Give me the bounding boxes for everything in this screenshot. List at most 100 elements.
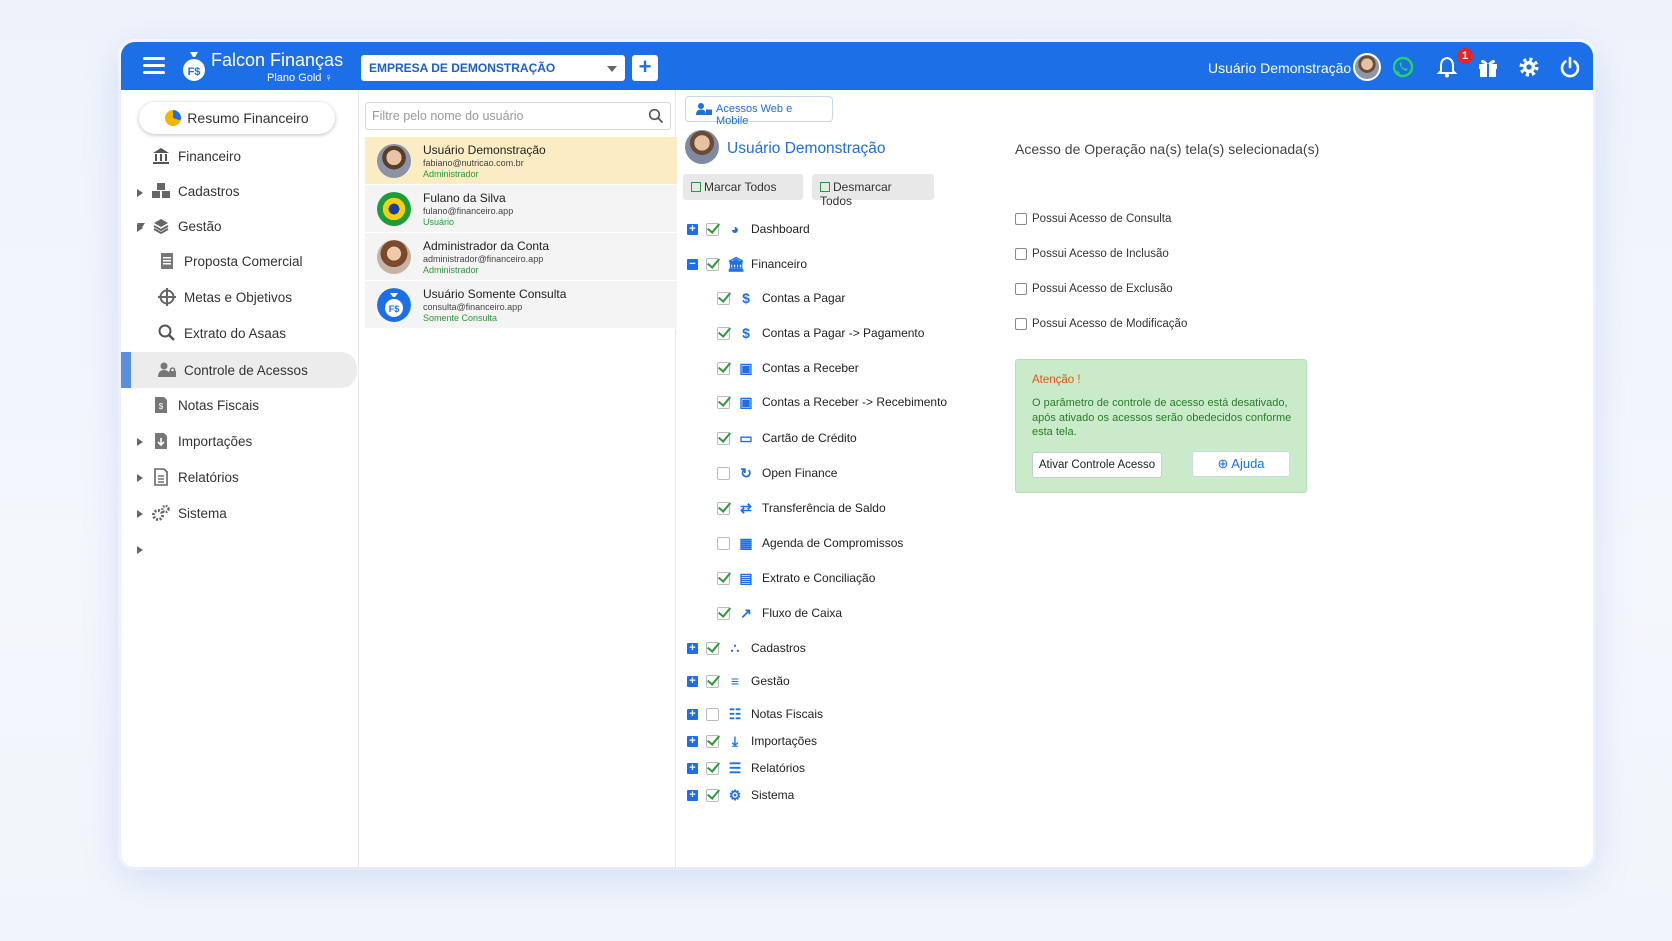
perm-modificacao-checkbox[interactable]: Possui Acesso de Modificação xyxy=(1015,318,1187,330)
perm-inclusao-checkbox[interactable]: Possui Acesso de Inclusão xyxy=(1015,248,1169,260)
chevron-right-icon xyxy=(137,546,143,554)
user-email: fulano@financeiro.app xyxy=(423,206,514,216)
tree-checkbox[interactable] xyxy=(706,674,719,688)
sidebar-item-extrato-asaas[interactable]: Extrato do Asaas xyxy=(121,318,361,348)
expand-icon[interactable]: + xyxy=(687,762,698,774)
user-row-usuario-somente-consulta[interactable]: F$ Usuário Somente Consulta consulta@fin… xyxy=(365,281,677,329)
checkbox-empty-icon xyxy=(820,182,830,192)
expand-icon[interactable]: + xyxy=(687,675,698,687)
tree-node-notas-fiscais: + ☷ Notas Fiscais xyxy=(687,702,823,726)
tree-node-sistema: + ⚙︎ Sistema xyxy=(687,783,794,807)
money-bill-icon: ▣ xyxy=(739,394,753,410)
avatar[interactable] xyxy=(1353,53,1381,81)
user-filter-input[interactable]: Filtre pelo nome do usuário xyxy=(365,102,671,130)
tree-checkbox[interactable] xyxy=(717,501,730,515)
tree-checkbox[interactable] xyxy=(717,326,730,340)
resumo-financeiro-button[interactable]: Resumo Financeiro xyxy=(139,102,335,134)
brazil-flag-avatar xyxy=(377,192,411,226)
medal-icon: ♀ xyxy=(324,72,333,84)
activate-access-control-button[interactable]: Ativar Controle Acesso xyxy=(1032,452,1162,478)
tree-node-label: Cadastros xyxy=(751,641,806,655)
expand-icon[interactable]: + xyxy=(687,789,698,801)
tree-checkbox[interactable] xyxy=(706,641,719,655)
layers-icon xyxy=(153,219,169,235)
bell-icon[interactable] xyxy=(1434,54,1460,80)
web-mobile-access-button[interactable]: Acessos Web e Mobile xyxy=(685,96,833,127)
company-select[interactable]: EMPRESA DE DEMONSTRAÇÃO xyxy=(361,55,625,81)
menu-icon[interactable] xyxy=(143,57,165,75)
help-button[interactable]: ⊕ Ajuda xyxy=(1192,451,1290,477)
tree-checkbox[interactable] xyxy=(717,466,730,480)
perm-consulta-checkbox[interactable]: Possui Acesso de Consulta xyxy=(1015,213,1171,225)
users-panel: Filtre pelo nome do usuário Usuário Demo… xyxy=(358,90,677,867)
user-row-fulano-da-silva[interactable]: Fulano da Silva fulano@financeiro.app Us… xyxy=(365,185,677,233)
bank-icon xyxy=(153,148,169,164)
gift-icon[interactable] xyxy=(1475,54,1501,80)
tree-checkbox[interactable] xyxy=(717,571,730,585)
gear-icon[interactable] xyxy=(1516,54,1542,80)
sidebar-item-financeiro[interactable]: Financeiro xyxy=(121,141,361,197)
tree-checkbox[interactable] xyxy=(717,536,730,550)
checkbox-empty-icon xyxy=(1015,318,1027,330)
expand-icon[interactable]: + xyxy=(687,223,698,235)
sidebar-item-proposta-comercial[interactable]: Proposta Comercial xyxy=(121,246,361,276)
sidebar-item-relatorios[interactable]: Relatórios xyxy=(121,462,361,518)
unmark-all-button[interactable]: Desmarcar Todos xyxy=(812,174,934,208)
perm-exclusao-checkbox[interactable]: Possui Acesso de Exclusão xyxy=(1015,283,1173,295)
search-icon xyxy=(158,324,175,341)
tree-checkbox[interactable] xyxy=(706,222,719,236)
avatar xyxy=(685,130,719,164)
user-row-usuario-demonstracao[interactable]: Usuário Demonstração fabiano@nutricao.co… xyxy=(365,137,677,185)
web-mobile-label: Acessos Web e Mobile xyxy=(716,103,793,127)
dollar-icon: $ xyxy=(742,325,750,341)
expand-icon[interactable]: + xyxy=(687,708,698,720)
expand-icon[interactable]: + xyxy=(687,735,698,747)
tree-node-cadastros: + ∴ Cadastros xyxy=(687,636,806,660)
sidebar-item-controle-acessos[interactable]: Controle de Acessos xyxy=(121,352,357,388)
access-tree-panel: Acessos Web e Mobile Usuário Demonstraçã… xyxy=(677,90,997,867)
user-row-administrador-da-conta[interactable]: Administrador da Conta administrador@fin… xyxy=(365,233,677,281)
collapse-icon[interactable]: − xyxy=(687,258,698,270)
tree-node-relatorios: + ☰ Relatórios xyxy=(687,756,805,780)
cubes-icon: ∴ xyxy=(730,640,740,656)
tree-node-open-finance: ↻ Open Finance xyxy=(717,461,837,485)
whatsapp-icon[interactable] xyxy=(1390,54,1416,80)
sidebar-item-label: Notas Fiscais xyxy=(178,397,260,413)
tree-checkbox[interactable] xyxy=(717,361,730,375)
mark-all-button[interactable]: Marcar Todos xyxy=(683,174,803,200)
sidebar-item-importacoes[interactable]: Importações xyxy=(121,426,361,482)
tree-checkbox[interactable] xyxy=(706,788,719,802)
avatar xyxy=(377,240,411,274)
current-user-name[interactable]: Usuário Demonstração xyxy=(1208,60,1351,76)
tree-checkbox[interactable] xyxy=(717,606,730,620)
sidebar-item-gestao[interactable]: Gestão xyxy=(121,211,361,241)
tree-checkbox[interactable] xyxy=(706,707,719,721)
svg-text:$: $ xyxy=(159,402,164,411)
tree-checkbox[interactable] xyxy=(717,291,730,305)
sidebar-item-label: Cadastros xyxy=(178,183,240,199)
dollar-icon: $ xyxy=(742,290,750,306)
tree-checkbox[interactable] xyxy=(706,734,719,748)
sidebar-item-sistema[interactable]: Sistema xyxy=(121,498,361,554)
sidebar-item-metas-objetivos[interactable]: Metas e Objetivos xyxy=(121,282,361,312)
add-company-button[interactable]: + xyxy=(632,55,658,81)
tree-checkbox[interactable] xyxy=(706,257,719,271)
sidebar-item-notas-fiscais[interactable]: $ Notas Fiscais xyxy=(121,390,361,446)
tree-checkbox[interactable] xyxy=(717,395,730,409)
operations-title: Acesso de Operação na(s) tela(s) selecio… xyxy=(1015,141,1320,157)
sidebar-item-label: Extrato do Asaas xyxy=(184,325,287,341)
checkbox-empty-icon xyxy=(1015,283,1027,295)
gears-icon: ⚙︎ xyxy=(728,787,742,803)
expand-icon[interactable]: + xyxy=(687,642,698,654)
help-icon: ⊕ xyxy=(1217,456,1229,471)
power-icon[interactable] xyxy=(1557,54,1583,80)
tree-node-transferencia-saldo: ⇄ Transferência de Saldo xyxy=(717,496,886,520)
plan-name: Plano Gold xyxy=(267,72,322,84)
help-label: Ajuda xyxy=(1231,456,1265,471)
sidebar-item-label: Controle de Acessos xyxy=(184,362,308,378)
search-icon[interactable] xyxy=(648,108,664,124)
sidebar-item-cadastros[interactable]: Cadastros xyxy=(121,176,361,232)
tree-checkbox[interactable] xyxy=(717,431,730,445)
tree-node-label: Gestão xyxy=(751,674,790,688)
tree-checkbox[interactable] xyxy=(706,761,719,775)
